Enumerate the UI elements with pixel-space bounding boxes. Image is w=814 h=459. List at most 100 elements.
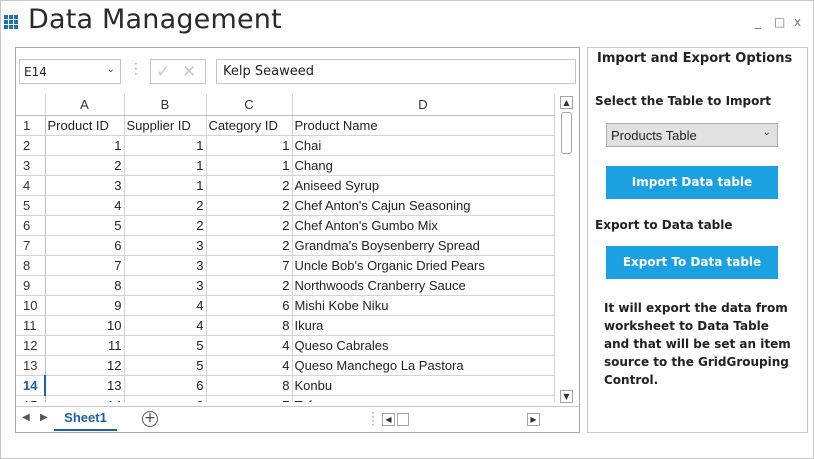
cell[interactable]: Category ID xyxy=(206,115,293,136)
cell[interactable]: 6 xyxy=(206,295,293,316)
cell[interactable]: 14 xyxy=(45,395,125,402)
cell[interactable]: Supplier ID xyxy=(124,115,207,136)
cell[interactable]: 4 xyxy=(45,195,125,216)
row-header[interactable]: 11 xyxy=(16,315,46,336)
cell[interactable]: Chef Anton's Gumbo Mix xyxy=(292,215,555,236)
column-header[interactable]: C xyxy=(206,94,293,116)
cell[interactable]: Tofu xyxy=(292,395,555,402)
cell[interactable]: 3 xyxy=(124,255,207,276)
export-button[interactable]: Export To Data table xyxy=(606,246,778,279)
formula-input[interactable]: Kelp Seaweed xyxy=(216,59,576,84)
cell[interactable]: Chang xyxy=(292,155,555,176)
cell[interactable]: Aniseed Syrup xyxy=(292,175,555,196)
cell[interactable]: 1 xyxy=(206,135,293,156)
cell[interactable]: 3 xyxy=(124,235,207,256)
cell[interactable]: 7 xyxy=(206,395,293,402)
cell[interactable]: 2 xyxy=(124,215,207,236)
cell[interactable]: 4 xyxy=(124,315,207,336)
cross-icon[interactable]: ✕ xyxy=(182,62,196,82)
cell[interactable]: Queso Cabrales xyxy=(292,335,555,356)
name-box[interactable]: E14 ⌄ xyxy=(19,59,121,84)
scroll-right-icon[interactable]: ▶ xyxy=(527,413,540,426)
row-header[interactable]: 12 xyxy=(16,335,46,356)
column-header[interactable]: D xyxy=(292,94,555,116)
cell[interactable]: 5 xyxy=(45,215,125,236)
cell[interactable]: Grandma's Boysenberry Spread xyxy=(292,235,555,256)
cell[interactable]: Ikura xyxy=(292,315,555,336)
cell[interactable]: 2 xyxy=(206,275,293,296)
chevron-down-icon[interactable]: ⌄ xyxy=(107,64,115,75)
scroll-thumb[interactable] xyxy=(561,112,572,154)
column-header[interactable]: A xyxy=(45,94,125,116)
sheet-tab[interactable]: Sheet1 xyxy=(54,407,117,431)
cell[interactable]: 12 xyxy=(45,355,125,376)
cell[interactable]: 8 xyxy=(206,375,293,396)
cell[interactable]: 4 xyxy=(206,355,293,376)
chevron-down-icon[interactable]: ⌄ xyxy=(763,127,771,138)
select-all-corner[interactable] xyxy=(16,94,46,116)
add-sheet-icon[interactable]: + xyxy=(142,411,158,427)
scroll-thumb[interactable] xyxy=(397,413,409,426)
cell[interactable]: 4 xyxy=(124,295,207,316)
cell[interactable]: 3 xyxy=(45,175,125,196)
cell[interactable]: 5 xyxy=(124,335,207,356)
cell[interactable]: 3 xyxy=(124,275,207,296)
cell[interactable]: 2 xyxy=(206,195,293,216)
cell[interactable]: 6 xyxy=(45,235,125,256)
tab-next-icon[interactable]: ▶ xyxy=(40,412,48,423)
cell[interactable]: 6 xyxy=(124,375,207,396)
row-header[interactable]: 10 xyxy=(16,295,46,316)
cell[interactable]: Mishi Kobe Niku xyxy=(292,295,555,316)
cell[interactable]: 7 xyxy=(206,255,293,276)
cell[interactable]: Chef Anton's Cajun Seasoning xyxy=(292,195,555,216)
cell[interactable]: 6 xyxy=(124,395,207,402)
row-header[interactable]: 6 xyxy=(16,215,46,236)
scroll-left-icon[interactable]: ◀ xyxy=(382,413,395,426)
check-icon[interactable]: ✓ xyxy=(156,62,170,82)
row-header[interactable]: 4 xyxy=(16,175,46,196)
cell[interactable]: 4 xyxy=(206,335,293,356)
cell[interactable]: 8 xyxy=(45,275,125,296)
row-header[interactable]: 9 xyxy=(16,275,46,296)
cell[interactable]: 8 xyxy=(206,315,293,336)
cell[interactable]: 1 xyxy=(45,135,125,156)
cell[interactable]: Chai xyxy=(292,135,555,156)
row-header[interactable]: 15 xyxy=(16,395,46,402)
cell[interactable]: 10 xyxy=(45,315,125,336)
cell[interactable]: 2 xyxy=(45,155,125,176)
table-select[interactable]: Products Table ⌄ xyxy=(606,123,778,147)
cell[interactable]: Product Name xyxy=(292,115,555,136)
row-header[interactable]: 14 xyxy=(16,375,46,396)
cell[interactable]: Northwoods Cranberry Sauce xyxy=(292,275,555,296)
tab-splitter[interactable]: · · · · xyxy=(371,407,375,431)
cell[interactable]: Konbu xyxy=(292,375,555,396)
close-button[interactable]: x xyxy=(794,15,801,29)
row-header[interactable]: 3 xyxy=(16,155,46,176)
tab-prev-icon[interactable]: ◀ xyxy=(22,412,30,423)
cell[interactable]: 5 xyxy=(124,355,207,376)
row-header[interactable]: 2 xyxy=(16,135,46,156)
scroll-down-icon[interactable]: ▼ xyxy=(560,390,573,403)
cell[interactable]: Uncle Bob's Organic Dried Pears xyxy=(292,255,555,276)
cell[interactable]: 2 xyxy=(206,235,293,256)
cell[interactable]: Product ID xyxy=(45,115,125,136)
maximize-button[interactable]: □ xyxy=(774,15,785,29)
row-header[interactable]: 5 xyxy=(16,195,46,216)
cell[interactable]: 13 xyxy=(45,375,125,396)
cell[interactable]: 11 xyxy=(45,335,125,356)
minimize-button[interactable]: _ xyxy=(755,15,761,29)
row-header[interactable]: 13 xyxy=(16,355,46,376)
column-header[interactable]: B xyxy=(124,94,207,116)
horizontal-scrollbar[interactable]: ◀ ▶ xyxy=(382,413,542,427)
row-header[interactable]: 8 xyxy=(16,255,46,276)
import-button[interactable]: Import Data table xyxy=(606,166,778,199)
cell[interactable]: 1 xyxy=(124,155,207,176)
formula-bar-splitter[interactable]: · · · xyxy=(134,58,138,80)
vertical-scrollbar[interactable]: ▲ ▼ xyxy=(558,94,576,403)
cell[interactable]: Queso Manchego La Pastora xyxy=(292,355,555,376)
scroll-up-icon[interactable]: ▲ xyxy=(560,96,573,109)
cell[interactable]: 9 xyxy=(45,295,125,316)
row-header[interactable]: 1 xyxy=(16,115,46,136)
cell[interactable]: 2 xyxy=(124,195,207,216)
cell[interactable]: 7 xyxy=(45,255,125,276)
